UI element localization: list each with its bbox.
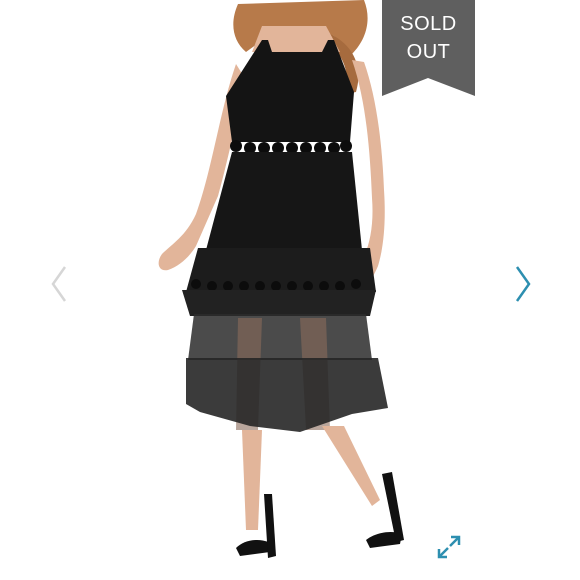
expand-icon — [437, 535, 461, 559]
product-image-viewer: SOLD OUT — [0, 0, 580, 580]
previous-image-button[interactable] — [44, 262, 74, 306]
sold-out-badge: SOLD OUT — [382, 0, 475, 96]
chevron-left-icon — [51, 266, 67, 302]
product-photo — [158, 0, 404, 558]
badge-line-2: OUT — [406, 41, 451, 63]
next-image-button[interactable] — [508, 262, 538, 306]
badge-line-1: SOLD — [400, 13, 457, 35]
expand-image-button[interactable] — [432, 530, 466, 564]
chevron-right-icon — [515, 266, 531, 302]
